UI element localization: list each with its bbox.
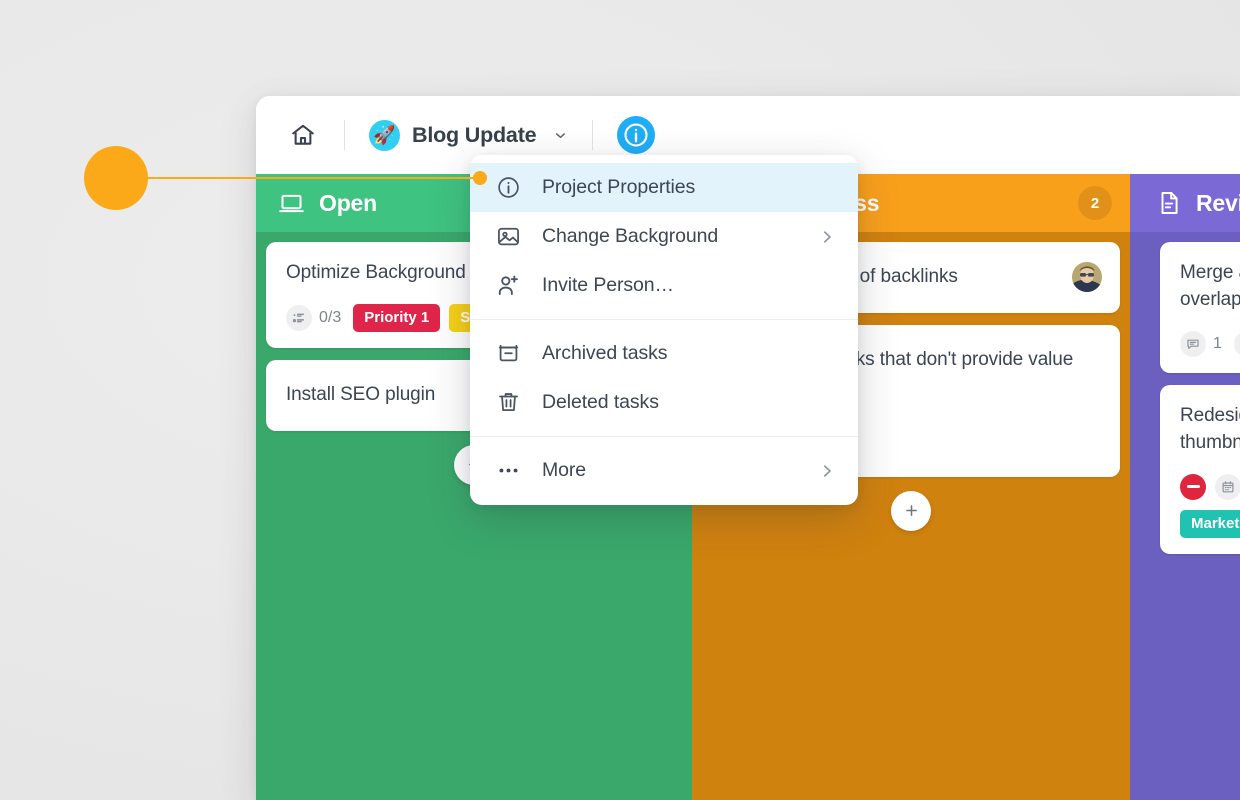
annotation-connector-line — [116, 177, 482, 179]
menu-divider-2 — [470, 436, 858, 437]
comment-icon — [1180, 330, 1206, 357]
card-title: Merge articles that overlap each other — [1180, 262, 1240, 310]
trash-icon — [494, 390, 522, 415]
comment-count: 1 — [1213, 334, 1222, 352]
add-task-button-in-progress[interactable] — [891, 490, 931, 531]
info-circle-icon — [494, 175, 522, 200]
toolbar-divider-2 — [592, 120, 594, 150]
menu-item-invite-person[interactable]: Invite Person… — [470, 261, 858, 310]
project-name: Blog Update — [412, 122, 537, 147]
menu-item-label: Archived tasks — [542, 342, 668, 364]
column-count: 2 — [1078, 186, 1112, 220]
task-card[interactable]: Merge articles that overlap each other 1 — [1160, 242, 1240, 373]
menu-item-deleted-tasks[interactable]: Deleted tasks — [470, 378, 858, 427]
card-meta — [1180, 473, 1240, 500]
rocket-icon: 🚀 — [373, 125, 396, 145]
project-selector[interactable]: 🚀 Blog Update — [369, 119, 568, 151]
menu-item-label: More — [542, 459, 587, 481]
document-icon — [1156, 190, 1182, 216]
card-tags: Marketing — [1180, 509, 1240, 538]
checklist-icon — [1233, 330, 1240, 357]
board-column-review: Review Merge articles that overlap each … — [1130, 174, 1240, 800]
menu-item-change-background[interactable]: Change Background — [470, 212, 858, 261]
menu-item-label: Invite Person… — [542, 274, 674, 296]
info-circle-icon[interactable] — [617, 116, 656, 154]
person-add-icon — [494, 273, 522, 298]
ellipsis-icon — [494, 458, 522, 483]
card-meta: 1 — [1180, 330, 1240, 357]
menu-item-label: Deleted tasks — [542, 391, 659, 413]
annotation-marker-dot — [84, 146, 148, 210]
menu-item-more[interactable]: More — [470, 446, 858, 495]
menu-item-label: Change Background — [542, 225, 719, 247]
chevron-down-icon[interactable] — [553, 128, 568, 143]
checklist-progress: 0/3 — [319, 308, 342, 326]
menu-item-project-properties[interactable]: Project Properties — [470, 163, 858, 212]
menu-item-label: Project Properties — [542, 176, 696, 198]
toolbar-divider-1 — [344, 120, 345, 150]
menu-divider-1 — [470, 319, 858, 320]
calendar-icon — [1215, 473, 1240, 500]
checklist-icon — [286, 304, 312, 331]
archive-icon — [494, 341, 522, 366]
project-avatar: 🚀 — [369, 119, 400, 151]
card-title: Redesign blog post thumbnails — [1180, 404, 1240, 453]
task-card[interactable]: Redesign blog post thumbnails Marke — [1160, 384, 1240, 554]
image-icon — [494, 224, 522, 249]
laptop-icon — [278, 190, 305, 217]
project-context-menu: Project Properties Change Background Inv… — [470, 155, 858, 505]
annotation-anchor-dot — [473, 171, 487, 185]
card-tag-priority[interactable]: Priority 1 — [353, 303, 441, 332]
home-icon[interactable] — [286, 118, 320, 152]
column-title: Review — [1196, 189, 1240, 216]
chevron-right-icon — [818, 228, 836, 246]
chevron-right-icon — [818, 462, 836, 480]
avatar[interactable] — [1072, 262, 1102, 293]
column-header-review[interactable]: Review — [1130, 174, 1240, 232]
column-body-review: Merge articles that overlap each other 1 — [1130, 232, 1240, 800]
menu-item-archived-tasks[interactable]: Archived tasks — [470, 329, 858, 378]
blocked-icon — [1180, 473, 1206, 500]
card-tag-marketing[interactable]: Marketing — [1180, 509, 1240, 538]
